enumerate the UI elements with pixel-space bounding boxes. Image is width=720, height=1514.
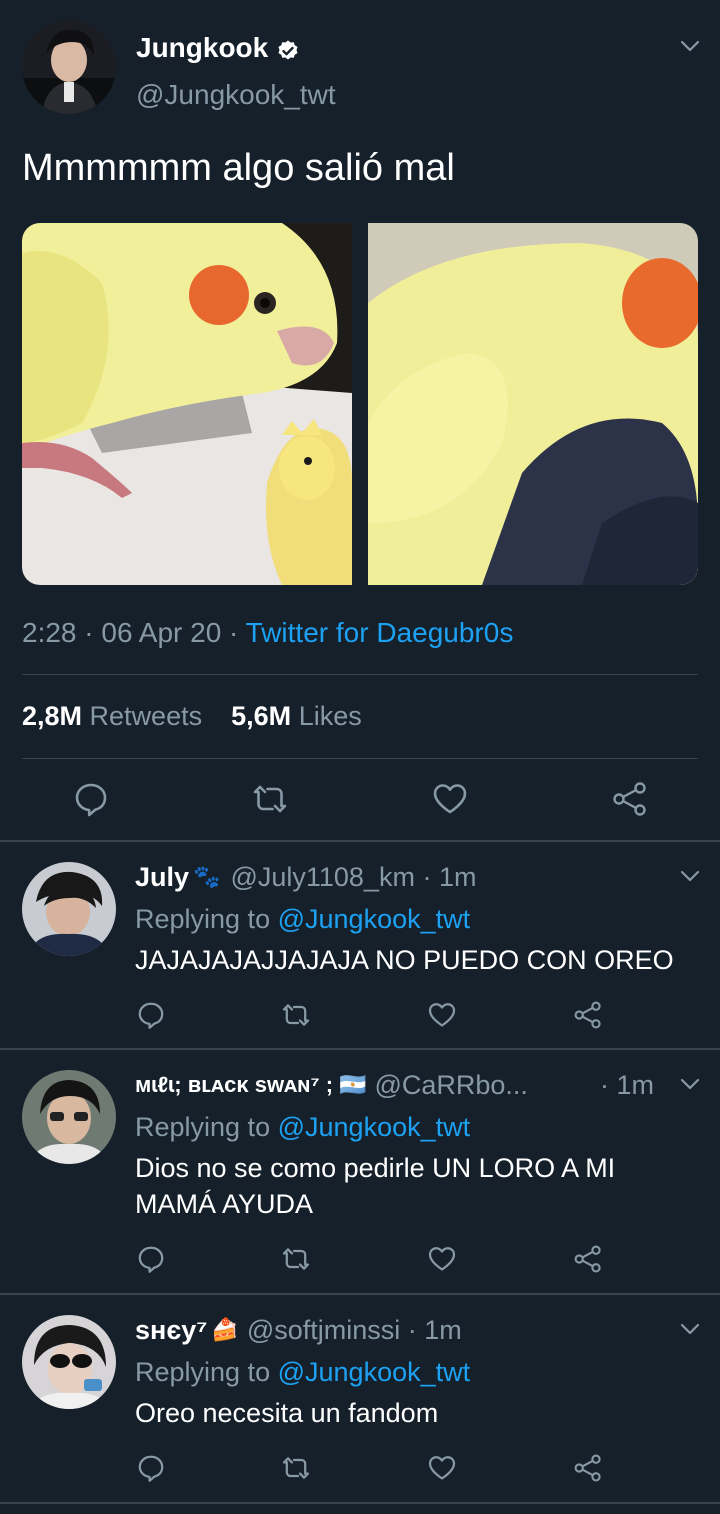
name-emoji: 🇦🇷 — [339, 1072, 367, 1097]
reply-header: sʜєу⁷ 🍰 @softjminssi · 1m — [135, 1312, 462, 1348]
author-name-row[interactable]: Jungkook — [136, 30, 300, 66]
reply-time: 1m — [438, 862, 477, 892]
replying-to-label: Replying to — [135, 1357, 271, 1387]
replying-to-link[interactable]: @Jungkook_twt — [278, 904, 471, 934]
reply-author-name[interactable]: ᴍɩℓɩ; ʙʟᴀᴄᴋ sᴡᴀɴ⁷ ; — [135, 1067, 333, 1103]
reply-text: Oreo necesita un fandom — [135, 1398, 439, 1428]
author-handle[interactable]: @Jungkook_twt — [136, 78, 336, 112]
main-avatar[interactable] — [22, 20, 116, 114]
meta-separator: · — [229, 617, 246, 648]
heart-icon[interactable] — [426, 1243, 458, 1275]
meta-separator: · — [600, 1070, 617, 1100]
reply-author-name[interactable]: July — [135, 859, 189, 895]
reply-text: JAJAJAJAJJAJAJA NO PUEDO CON OREO — [135, 945, 674, 975]
tweet-meta: 2:28 · 06 Apr 20 · Twitter for Daegubr0s — [22, 614, 513, 652]
retweet-icon[interactable] — [280, 1452, 312, 1484]
reply-avatar[interactable] — [22, 1070, 116, 1164]
share-icon[interactable] — [610, 779, 650, 819]
name-emoji: 🐾 — [193, 864, 221, 889]
reply-author-handle[interactable]: @July1108_km — [230, 859, 415, 895]
replying-to-link[interactable]: @Jungkook_twt — [278, 1112, 471, 1142]
author-name[interactable]: Jungkook — [136, 30, 268, 66]
heart-icon[interactable] — [426, 1452, 458, 1484]
replying-to: Replying to @Jungkook_twt — [135, 901, 470, 937]
tweet-time: 2:28 — [22, 617, 77, 648]
reply-author-name[interactable]: sʜєу⁷ — [135, 1312, 207, 1348]
retweet-icon[interactable] — [250, 779, 290, 819]
reply-icon[interactable] — [71, 779, 111, 819]
reply-time: 1m — [424, 1315, 462, 1345]
heart-icon[interactable] — [426, 999, 458, 1031]
likes-stat[interactable]: 5,6M Likes — [231, 701, 362, 731]
tweet-text: Mmmmmm algo salió mal — [22, 147, 455, 189]
divider — [22, 674, 698, 675]
retweet-icon[interactable] — [280, 1243, 312, 1275]
reply-icon[interactable] — [135, 1452, 167, 1484]
replying-to: Replying to @Jungkook_twt — [135, 1109, 470, 1145]
share-icon[interactable] — [572, 999, 604, 1031]
divider — [0, 840, 720, 842]
chevron-down-icon[interactable] — [679, 865, 701, 887]
reply-header: July 🐾 @July1108_km · 1m — [135, 859, 476, 895]
heart-icon[interactable] — [430, 779, 470, 819]
meta-separator: · — [400, 1315, 425, 1345]
chevron-down-icon[interactable] — [679, 1318, 701, 1340]
retweets-label: Retweets — [89, 701, 203, 731]
reply-time-wrap: · 1m — [600, 1067, 654, 1103]
media-image-right — [368, 223, 698, 585]
chevron-down-icon[interactable] — [679, 1073, 701, 1095]
reply-avatar[interactable] — [22, 862, 116, 956]
share-icon[interactable] — [572, 1243, 604, 1275]
meta-separator: · — [414, 862, 439, 892]
reply-icon[interactable] — [135, 1243, 167, 1275]
divider — [22, 758, 698, 759]
tweet-stats: 2,8M Retweets 5,6M Likes — [22, 698, 362, 734]
chevron-down-icon[interactable] — [679, 35, 701, 57]
likes-label: Likes — [298, 701, 362, 731]
divider — [0, 1293, 720, 1295]
retweets-stat[interactable]: 2,8M Retweets — [22, 701, 202, 731]
retweets-count: 2,8M — [22, 701, 83, 731]
tweet-date: 06 Apr 20 — [101, 617, 222, 648]
reply-time: 1m — [616, 1070, 655, 1100]
replying-to: Replying to @Jungkook_twt — [135, 1354, 470, 1390]
tweet-media[interactable] — [22, 223, 698, 585]
replying-to-label: Replying to — [135, 1112, 271, 1142]
reply-header: ᴍɩℓɩ; ʙʟᴀᴄᴋ sᴡᴀɴ⁷ ; 🇦🇷 @CaRRbo... — [135, 1067, 528, 1103]
name-emoji: 🍰 — [211, 1317, 239, 1342]
meta-separator: · — [84, 617, 102, 648]
divider — [0, 1048, 720, 1050]
divider — [0, 1502, 720, 1504]
tweet-source-link[interactable]: Twitter for Daegubr0s — [246, 617, 514, 648]
verified-badge-icon — [276, 36, 300, 60]
reply-avatar[interactable] — [22, 1315, 116, 1409]
replying-to-link[interactable]: @Jungkook_twt — [278, 1357, 471, 1387]
replying-to-label: Replying to — [135, 904, 271, 934]
likes-count: 5,6M — [231, 701, 292, 731]
share-icon[interactable] — [572, 1452, 604, 1484]
reply-author-handle[interactable]: @softjminssi — [247, 1312, 400, 1348]
retweet-icon[interactable] — [280, 999, 312, 1031]
media-image-left — [22, 223, 352, 585]
reply-icon[interactable] — [135, 999, 167, 1031]
reply-author-handle[interactable]: @CaRRbo... — [374, 1067, 527, 1103]
reply-text: Dios no se como pedirle UN LORO A MI MAM… — [135, 1153, 616, 1219]
